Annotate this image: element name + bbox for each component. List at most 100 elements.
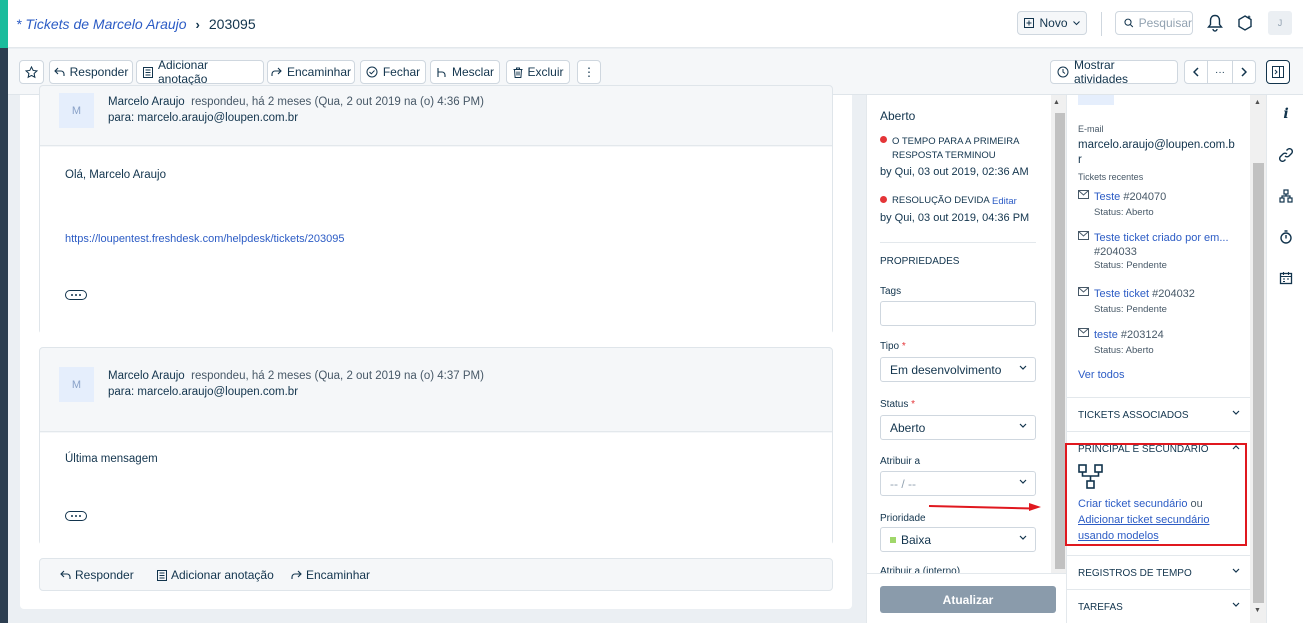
recent-ticket-item[interactable]: teste #203124 Status: Aberto bbox=[1078, 328, 1246, 356]
type-select[interactable]: Em desenvolvimento bbox=[880, 357, 1036, 382]
add-note-link[interactable]: Adicionar anotação bbox=[157, 568, 274, 582]
hierarchy-icon[interactable] bbox=[1278, 188, 1294, 204]
show-activities-button[interactable]: Mostrar atividades bbox=[1050, 58, 1178, 86]
reply-icon bbox=[53, 67, 65, 76]
apps-icon[interactable] bbox=[1234, 12, 1256, 34]
sla-overdue-dot bbox=[880, 136, 887, 143]
divider bbox=[880, 242, 1036, 243]
associated-tickets-section[interactable]: TICKETS ASSOCIADOS bbox=[1067, 397, 1250, 431]
top-header: * Tickets de Marcelo Araujo › 203095 Nov… bbox=[8, 0, 1303, 48]
sla-edit-link[interactable]: Editar bbox=[992, 196, 1017, 207]
sla-first-response-line1: O TEMPO PARA A PRIMEIRA bbox=[892, 136, 1020, 147]
notification-bell-icon[interactable] bbox=[1204, 12, 1226, 34]
assign-select-value: -- / -- bbox=[890, 476, 916, 491]
reply-link[interactable]: Responder bbox=[60, 568, 134, 582]
link-icon[interactable] bbox=[1278, 147, 1294, 163]
chevron-right-icon bbox=[1241, 67, 1247, 77]
more-actions-button[interactable]: ⋮ bbox=[577, 60, 601, 84]
message-body: Última mensagem bbox=[65, 453, 158, 465]
show-quoted-text-button[interactable] bbox=[65, 290, 87, 300]
scroll-up-arrow[interactable]: ▲ bbox=[1053, 99, 1060, 106]
message-meta: respondeu, há 2 meses (Qua, 2 out 2019 n… bbox=[191, 96, 484, 108]
ticket-title: Teste ticket bbox=[1094, 288, 1150, 300]
recent-ticket-item[interactable]: Teste ticket criado por em... #204033 St… bbox=[1078, 231, 1246, 271]
breadcrumb-link[interactable]: * Tickets de Marcelo Araujo bbox=[16, 16, 187, 32]
highlight-annotation-box bbox=[1065, 443, 1247, 546]
right-rail: i bbox=[1266, 95, 1303, 623]
new-button[interactable]: Novo bbox=[1017, 11, 1087, 35]
previous-ticket-button[interactable] bbox=[1184, 60, 1208, 84]
forward-link-label: Encaminhar bbox=[306, 568, 371, 582]
message-author[interactable]: Marcelo Araujo bbox=[108, 96, 185, 108]
plus-box-icon bbox=[1024, 18, 1035, 28]
priority-select[interactable]: Baixa bbox=[880, 527, 1036, 552]
message-to: marcelo.araujo@loupen.com.br bbox=[137, 386, 299, 398]
chevron-down-icon bbox=[1232, 568, 1240, 573]
type-label-text: Tipo bbox=[880, 341, 900, 352]
user-avatar[interactable]: J bbox=[1268, 11, 1292, 35]
add-note-button[interactable]: Adicionar anotação bbox=[136, 58, 264, 86]
next-ticket-button[interactable] bbox=[1232, 60, 1256, 84]
message-link[interactable]: https://loupentest.freshdesk.com/helpdes… bbox=[65, 233, 344, 245]
chevron-down-icon bbox=[1019, 535, 1027, 540]
breadcrumb-current: 203095 bbox=[208, 16, 256, 32]
header-divider bbox=[1101, 12, 1102, 36]
recent-ticket-item[interactable]: Teste #204070 Status: Aberto bbox=[1078, 190, 1246, 218]
scroll-up-arrow[interactable]: ▲ bbox=[1254, 99, 1261, 106]
timer-icon[interactable] bbox=[1278, 229, 1294, 245]
email-icon bbox=[1078, 328, 1089, 337]
info-icon[interactable]: i bbox=[1278, 106, 1294, 122]
merge-button[interactable]: Mesclar bbox=[430, 60, 500, 84]
status-select[interactable]: Aberto bbox=[880, 415, 1036, 440]
forward-link[interactable]: Encaminhar bbox=[291, 568, 370, 582]
annotation-arrow-head bbox=[1029, 503, 1041, 511]
sla-first-response-date: by Qui, 03 out 2019, 02:36 AM bbox=[880, 166, 1029, 178]
section-title: TICKETS ASSOCIADOS bbox=[1078, 410, 1189, 421]
chevron-left-icon bbox=[1193, 67, 1199, 77]
ticket-number: #203124 bbox=[1120, 329, 1164, 341]
forward-icon bbox=[291, 570, 302, 579]
required-mark: * bbox=[901, 341, 906, 352]
scroll-down-arrow[interactable]: ▼ bbox=[1254, 607, 1261, 614]
ticket-list-button[interactable]: ··· bbox=[1207, 60, 1233, 84]
properties-scrollbar-thumb[interactable] bbox=[1055, 113, 1065, 569]
sla-first-response-line2: RESPOSTA TERMINOU bbox=[892, 150, 996, 161]
star-button[interactable] bbox=[19, 60, 44, 84]
message-card: M Marcelo Araujo respondeu, há 2 meses (… bbox=[39, 347, 833, 545]
chevron-down-icon bbox=[1019, 479, 1027, 484]
message-author[interactable]: Marcelo Araujo bbox=[108, 370, 185, 382]
recent-ticket-item[interactable]: Teste ticket #204032 Status: Pendente bbox=[1078, 287, 1246, 315]
tags-input[interactable] bbox=[880, 301, 1036, 326]
show-activities-label: Mostrar atividades bbox=[1074, 58, 1129, 86]
contact-scrollbar-thumb[interactable] bbox=[1253, 163, 1264, 603]
ticket-status: Status: Aberto bbox=[1094, 345, 1154, 356]
sidebar-toggle-icon bbox=[1272, 66, 1284, 78]
search-button[interactable]: Pesquisar bbox=[1115, 11, 1193, 35]
section-title: TAREFAS bbox=[1078, 602, 1123, 613]
delete-button[interactable]: Excluir bbox=[506, 60, 570, 84]
avatar: M bbox=[59, 367, 94, 402]
reply-button[interactable]: Responder bbox=[49, 60, 133, 84]
calendar-icon[interactable] bbox=[1278, 270, 1294, 286]
show-quoted-text-button[interactable] bbox=[65, 511, 87, 521]
see-all-link[interactable]: Ver todos bbox=[1078, 369, 1124, 381]
chevron-down-icon bbox=[1072, 20, 1080, 25]
tasks-section[interactable]: TAREFAS bbox=[1067, 589, 1250, 623]
contact-email: marcelo.araujo@loupen.com.br bbox=[1078, 139, 1235, 166]
toggle-sidebar-button[interactable] bbox=[1266, 60, 1290, 84]
assign-label: Atribuir a bbox=[880, 456, 921, 467]
chevron-down-icon bbox=[1232, 602, 1240, 607]
merge-label: Mesclar bbox=[452, 65, 495, 79]
close-ticket-button[interactable]: Fechar bbox=[360, 60, 426, 84]
message-to: marcelo.araujo@loupen.com.br bbox=[137, 112, 299, 124]
email-icon bbox=[1078, 231, 1089, 240]
close-ticket-label: Fechar bbox=[382, 65, 421, 79]
forward-button[interactable]: Encaminhar bbox=[267, 60, 355, 84]
properties-section-title: PROPRIEDADES bbox=[880, 256, 960, 267]
chevron-down-icon bbox=[1019, 365, 1027, 370]
assign-select[interactable]: -- / -- bbox=[880, 471, 1036, 496]
update-button[interactable]: Atualizar bbox=[880, 586, 1056, 613]
time-logs-section[interactable]: REGISTROS DE TEMPO bbox=[1067, 555, 1250, 589]
add-note-link-label: Adicionar anotação bbox=[171, 568, 274, 582]
reply-icon bbox=[60, 570, 71, 579]
